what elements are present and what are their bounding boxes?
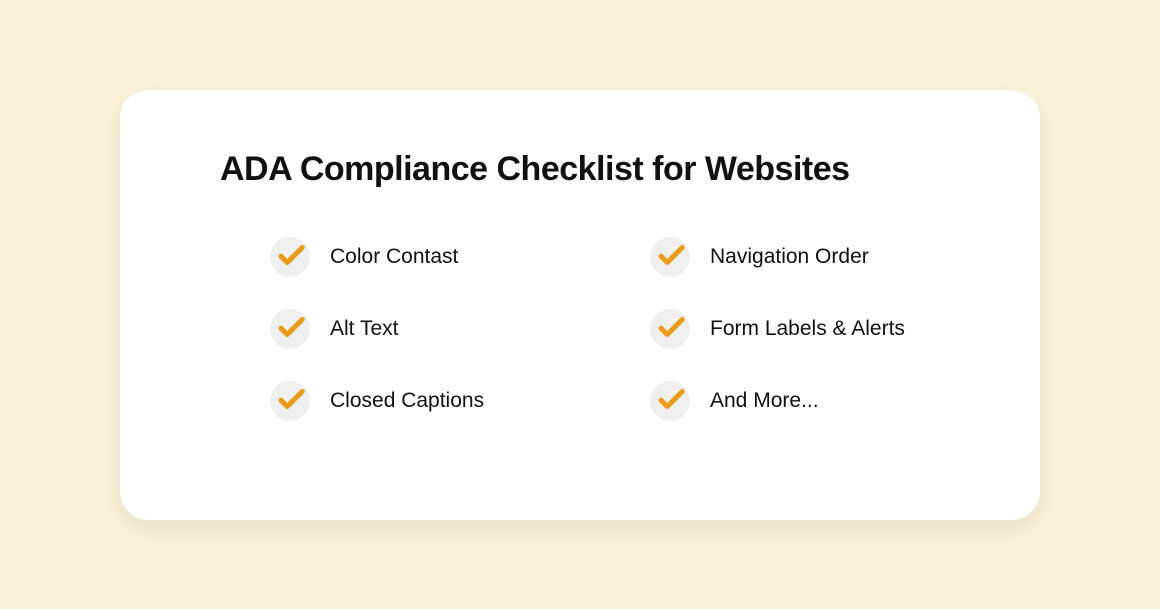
checkmark-icon	[270, 309, 310, 349]
item-label: Color Contast	[330, 245, 458, 269]
checkmark-icon	[270, 381, 310, 421]
card-title: ADA Compliance Checklist for Websites	[220, 150, 970, 189]
item-label: Closed Captions	[330, 389, 484, 413]
list-item: Color Contast	[270, 237, 590, 277]
list-item: Closed Captions	[270, 381, 590, 421]
checklist-grid: Color Contast Navigation Order Alt Text …	[220, 237, 970, 421]
list-item: Form Labels & Alerts	[650, 309, 970, 349]
list-item: Alt Text	[270, 309, 590, 349]
checkmark-icon	[650, 237, 690, 277]
item-label: And More...	[710, 389, 819, 413]
item-label: Navigation Order	[710, 245, 869, 269]
checkmark-icon	[650, 381, 690, 421]
checkmark-icon	[650, 309, 690, 349]
list-item: Navigation Order	[650, 237, 970, 277]
item-label: Alt Text	[330, 317, 398, 341]
checklist-card: ADA Compliance Checklist for Websites Co…	[120, 90, 1040, 520]
item-label: Form Labels & Alerts	[710, 317, 905, 341]
checkmark-icon	[270, 237, 310, 277]
list-item: And More...	[650, 381, 970, 421]
